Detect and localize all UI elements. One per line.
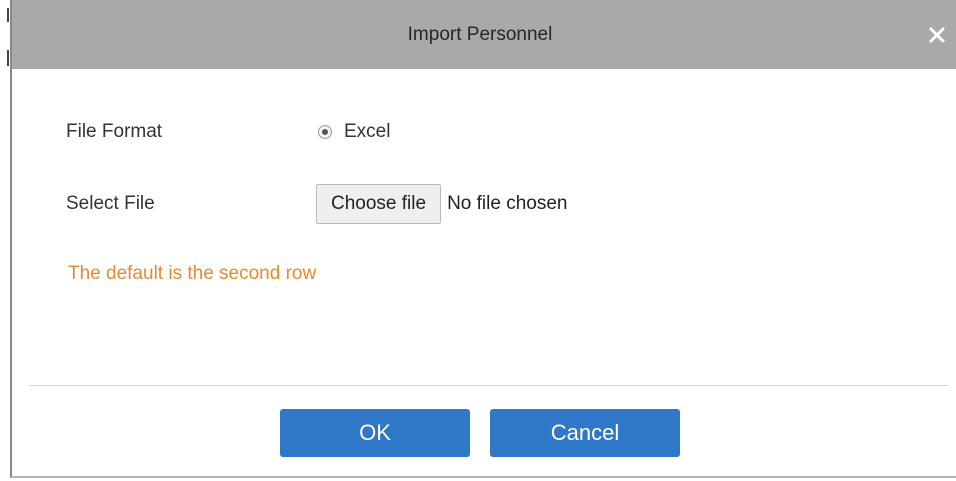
radio-label-excel[interactable]: Excel [344,121,390,143]
file-format-label: File Format [66,121,163,142]
import-personnel-dialog: Import Personnel File Format Excel Selec… [10,0,956,478]
default-row-hint: The default is the second row [68,263,317,284]
footer-divider [29,385,949,386]
radio-selected-dot [322,129,328,135]
edge-mark [7,50,9,66]
choose-file-button[interactable]: Choose file [316,184,442,224]
cancel-button[interactable]: Cancel [490,409,680,457]
close-icon[interactable] [928,26,946,44]
ok-button[interactable]: OK [280,409,470,457]
file-format-excel-radio[interactable]: Excel [318,121,390,143]
dialog-title: Import Personnel [407,23,553,45]
file-input[interactable]: Choose file No file chosen [316,184,567,224]
dialog-titlebar: Import Personnel [12,0,956,69]
background-edge [0,0,10,80]
select-file-label: Select File [66,193,155,214]
edge-mark [7,8,9,22]
radio-button[interactable] [318,125,332,139]
file-status-text: No file chosen [447,193,568,214]
